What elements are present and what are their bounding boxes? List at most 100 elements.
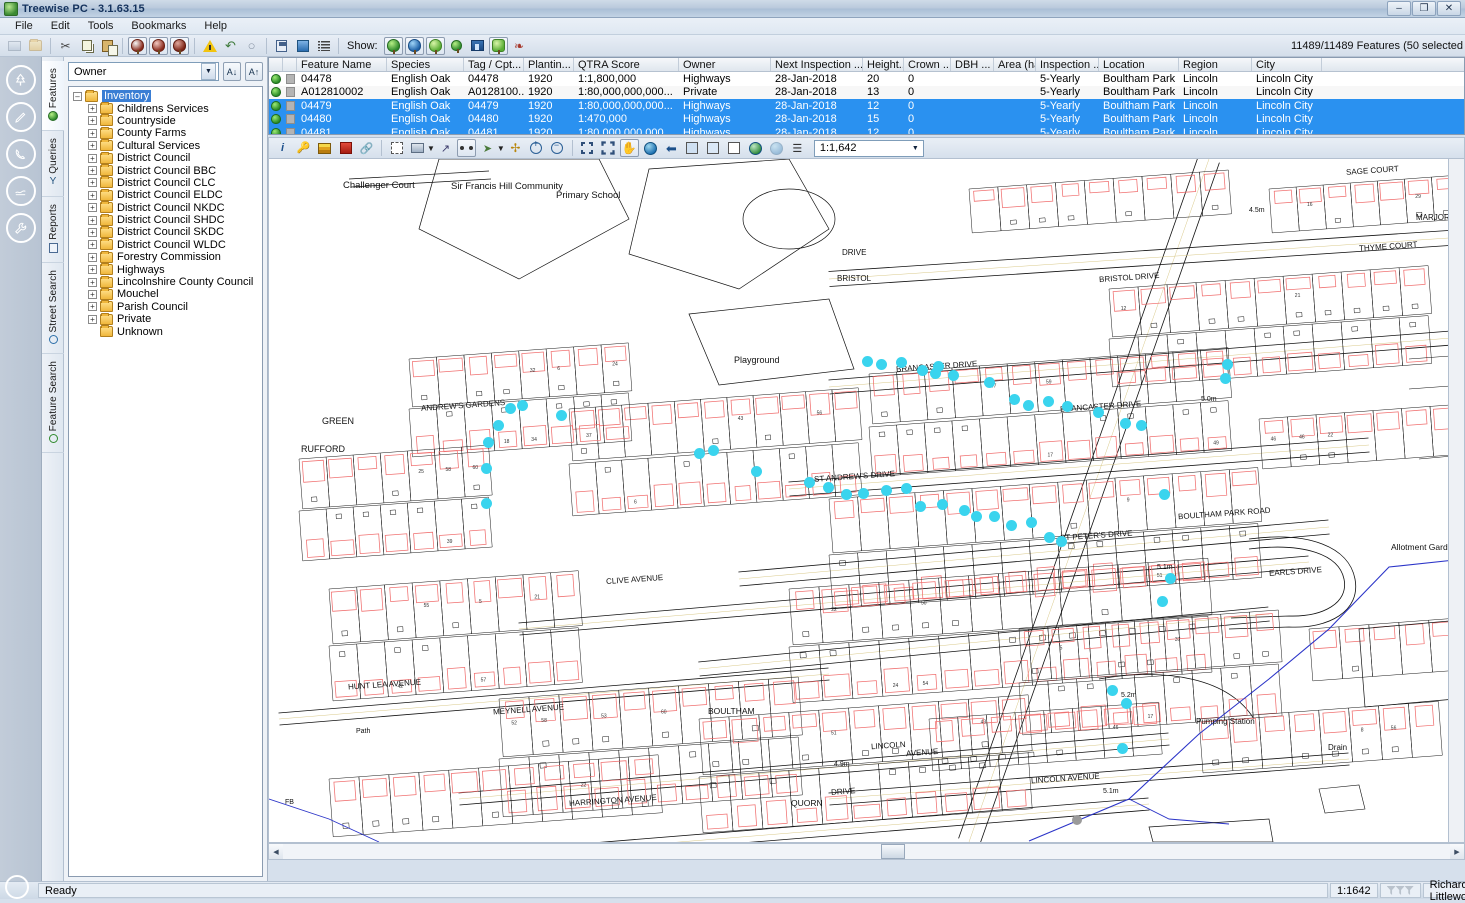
tree-marker[interactable]	[1158, 488, 1170, 500]
restore-button[interactable]: ❐	[1412, 1, 1436, 16]
zoom-in-icon[interactable]	[527, 139, 546, 157]
grid-column-header[interactable]: Next Inspection ...	[771, 58, 863, 71]
globe-icon[interactable]	[641, 139, 660, 157]
menu-edit[interactable]: Edit	[42, 19, 79, 33]
tree-node[interactable]: + District Council NKDC	[71, 201, 260, 214]
chevron-down-icon[interactable]: ▼	[201, 63, 216, 80]
tree-marker[interactable]	[900, 482, 912, 494]
tab-features[interactable]: Features	[42, 61, 64, 132]
map-horizontal-scrollbar[interactable]: ◀ ▶	[268, 843, 1465, 860]
menu-bookmarks[interactable]: Bookmarks	[122, 19, 195, 33]
grid-column-header[interactable]: Owner	[679, 58, 771, 71]
scale-chevron-down-icon[interactable]: ▼	[908, 141, 923, 156]
red-area-icon[interactable]	[336, 139, 355, 157]
show-trees-blue-icon[interactable]	[404, 36, 424, 55]
tree-marker[interactable]	[750, 465, 762, 477]
snapshot-icon[interactable]	[683, 139, 702, 157]
tab-feature-search[interactable]: Feature Search	[42, 354, 64, 454]
sort-ascending-button[interactable]: A↓	[223, 62, 241, 81]
identify-icon[interactable]: i	[273, 139, 292, 157]
tree-node[interactable]: + District Council CLC	[71, 176, 260, 189]
minimize-button[interactable]: –	[1387, 1, 1411, 16]
menu-help[interactable]: Help	[195, 19, 236, 33]
tree-marker[interactable]	[482, 436, 494, 448]
expand-icon[interactable]: +	[88, 116, 97, 126]
phone-tool-icon[interactable]	[5, 139, 36, 169]
table-row[interactable]: A012810002 English Oak A0128100... 1920 1:80…	[269, 85, 1464, 99]
tab-street-search[interactable]: Street Search	[42, 263, 64, 355]
grid-column-header[interactable]: DBH ...	[951, 58, 994, 71]
wrench-tool-icon[interactable]	[5, 213, 36, 243]
route-dropdown-icon[interactable]: ▼	[497, 144, 505, 153]
grid-column-header[interactable]: Tag / Cpt...	[464, 58, 524, 71]
tree-marker[interactable]	[1092, 406, 1104, 418]
show-trees-green-icon[interactable]	[383, 36, 403, 55]
print-dropdown-icon[interactable]: ▼	[427, 144, 435, 153]
tree-marker[interactable]	[988, 510, 1000, 522]
tree-node-root[interactable]: – Inventory	[71, 89, 260, 103]
link-icon[interactable]: 🔗	[357, 139, 376, 157]
tree-marker[interactable]	[516, 399, 528, 411]
tree-marker[interactable]	[707, 444, 719, 456]
back-arrow-icon[interactable]: ⬅	[662, 139, 681, 157]
show-trees-light-icon[interactable]	[425, 36, 445, 55]
tree-marker[interactable]	[1008, 393, 1020, 405]
tree-marker[interactable]	[840, 488, 852, 500]
collapse-icon[interactable]: –	[73, 91, 82, 101]
tree-marker[interactable]	[492, 419, 504, 431]
grid-column-header[interactable]: Feature Name	[297, 58, 387, 71]
tree-marker[interactable]	[936, 498, 948, 510]
grid-column-header[interactable]: QTRA Score	[574, 58, 679, 71]
zoom-extent-icon[interactable]	[578, 139, 597, 157]
expand-icon[interactable]: +	[88, 203, 97, 213]
expand-icon[interactable]: +	[88, 227, 97, 237]
select-box-icon[interactable]	[725, 139, 744, 157]
tree-marker[interactable]	[504, 402, 516, 414]
table-row[interactable]: 04478 English Oak 04478 1920 1:1,800,000 High…	[269, 72, 1464, 86]
tree-marker[interactable]	[693, 447, 705, 459]
grid-column-header[interactable]: Region	[1179, 58, 1252, 71]
tree-marker[interactable]	[970, 510, 982, 522]
tree-marker[interactable]	[932, 360, 944, 372]
grid-column-header[interactable]: Crown ...	[904, 58, 951, 71]
anchor-icon[interactable]: ✢	[506, 139, 525, 157]
tree-node[interactable]: Unknown	[71, 325, 260, 338]
menu-file[interactable]: File	[6, 19, 42, 33]
layers-icon[interactable]	[315, 139, 334, 157]
grid-column-header[interactable]: Inspection ...	[1036, 58, 1099, 71]
tree-node[interactable]: + District Council SHDC	[71, 213, 260, 226]
select-key-icon[interactable]: 🔑	[294, 139, 313, 157]
tree-node[interactable]: + Forestry Commission	[71, 250, 260, 263]
grid-body[interactable]: 04478 English Oak 04478 1920 1:1,800,000 High…	[269, 72, 1464, 134]
expand-icon[interactable]: +	[88, 277, 97, 287]
tree-marker[interactable]	[1106, 684, 1118, 696]
tree-node[interactable]: + Countryside	[71, 114, 260, 127]
tree-tool-icon[interactable]	[5, 65, 36, 95]
signature-tool-icon[interactable]	[5, 176, 36, 206]
tree-marker[interactable]	[480, 462, 492, 474]
tree-marker[interactable]	[1119, 417, 1131, 429]
tree-marker[interactable]	[803, 476, 815, 488]
expand-icon[interactable]: +	[88, 289, 97, 299]
tree-search-icon[interactable]	[149, 36, 168, 55]
tree-node[interactable]: + County Farms	[71, 126, 260, 139]
tree-node[interactable]: + Childrens Services	[71, 102, 260, 115]
warning-icon[interactable]	[200, 37, 219, 55]
tree-marker[interactable]	[1042, 395, 1054, 407]
scalebar-icon[interactable]: ☰	[788, 139, 807, 157]
print-icon[interactable]	[408, 139, 427, 157]
expand-icon[interactable]: +	[88, 240, 97, 250]
tree-marker[interactable]	[1156, 595, 1168, 607]
cut-scissors-icon[interactable]: ✂	[56, 37, 75, 55]
tree-marker[interactable]	[880, 484, 892, 496]
tree-marker[interactable]	[822, 481, 834, 493]
table-row[interactable]: 04479 English Oak 04479 1920 1:80,000,000,00…	[269, 99, 1464, 113]
tree-node[interactable]: + Parish Council	[71, 300, 260, 313]
expand-icon[interactable]: +	[88, 215, 97, 225]
tree-marker[interactable]	[1164, 572, 1176, 584]
grid-column-header[interactable]: City	[1252, 58, 1322, 71]
map-canvas[interactable]: 43 56 6 47 59 17 49 9 51 22 50 24 54 32 6 24 18 34 37 55 5 21…	[268, 158, 1465, 843]
show-area-icon[interactable]	[488, 36, 508, 55]
tree-marker[interactable]	[857, 487, 869, 499]
tree-marker[interactable]	[1219, 372, 1231, 384]
